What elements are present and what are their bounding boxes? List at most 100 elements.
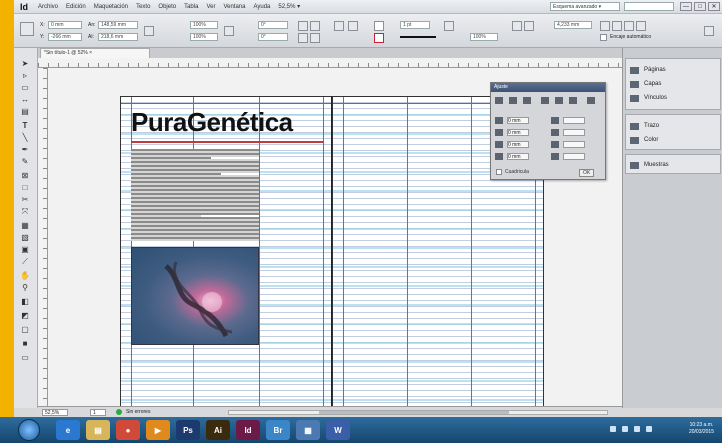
menu-maquetacion[interactable]: Maquetación — [90, 4, 132, 10]
grid-checkbox[interactable] — [496, 169, 502, 175]
shear-angle-field[interactable]: 0° — [258, 33, 288, 41]
page-tool-icon[interactable]: ▭ — [19, 82, 31, 93]
columns-field[interactable] — [563, 141, 585, 148]
body-text-frame[interactable] — [131, 149, 259, 241]
menu-texto[interactable]: Texto — [132, 4, 154, 10]
dock-swatches[interactable]: Muestras — [630, 160, 669, 170]
type-tool-icon[interactable]: T — [19, 120, 31, 131]
scale-link-icon[interactable] — [224, 26, 234, 36]
baseline-field[interactable] — [563, 153, 585, 160]
taskbar-app-6[interactable]: Id — [236, 420, 260, 440]
floating-panel[interactable]: Ajuste 0 mm 0 mm 0 mm 0 mm Cuadricula OK — [490, 82, 606, 180]
gutter-field[interactable]: 0 mm — [507, 141, 529, 148]
horizontal-ruler[interactable] — [38, 58, 622, 68]
height-field[interactable]: 218,6 mm — [98, 33, 138, 41]
fill-swatch-icon[interactable] — [374, 21, 384, 31]
content-collector-icon[interactable]: ▤ — [19, 106, 31, 117]
apply-color-icon[interactable]: ■ — [19, 338, 31, 349]
fit-frame-icon[interactable] — [612, 21, 622, 31]
taskbar-app-8[interactable]: ▦ — [296, 420, 320, 440]
align-middle-icon[interactable] — [555, 97, 563, 104]
taskbar-app-5[interactable]: Ai — [206, 420, 230, 440]
select-content-icon[interactable] — [348, 21, 358, 31]
tray-flag-icon[interactable] — [610, 426, 616, 432]
gradient-feather-tool-icon[interactable]: ▧ — [19, 232, 31, 243]
dock-links[interactable]: Vínculos — [630, 93, 667, 103]
dock-color[interactable]: Color — [630, 135, 658, 145]
text-wrap-around-icon[interactable] — [524, 21, 534, 31]
fit-content-icon[interactable] — [600, 21, 610, 31]
search-input[interactable] — [624, 2, 674, 11]
menu-tabla[interactable]: Tabla — [180, 4, 202, 10]
hand-tool-icon[interactable]: ✋ — [19, 270, 31, 281]
ok-button[interactable]: OK — [579, 169, 595, 177]
tray-network-icon[interactable] — [622, 426, 628, 432]
free-transform-tool-icon[interactable]: ⤧ — [19, 206, 31, 217]
flip-horizontal-icon[interactable] — [298, 33, 308, 43]
minimize-button[interactable]: — — [680, 2, 692, 11]
menu-ayuda[interactable]: Ayuda — [249, 4, 274, 10]
dna-image-frame[interactable] — [131, 247, 259, 345]
rows-field[interactable]: 0 mm — [507, 153, 529, 160]
eyedropper-tool-icon[interactable]: ⟋ — [19, 256, 31, 267]
dock-stroke[interactable]: Trazo — [630, 121, 659, 131]
dock-layers[interactable]: Capas — [630, 79, 661, 89]
line-tool-icon[interactable]: ╲ — [19, 132, 31, 143]
status-zoom-field[interactable]: 52,5% — [42, 409, 68, 416]
stroke-swatch-icon[interactable] — [374, 33, 384, 43]
default-colors-icon[interactable]: ◧ — [19, 296, 31, 307]
center-content-icon[interactable] — [624, 21, 634, 31]
fill-stroke-icon[interactable]: ◩ — [19, 310, 31, 321]
fill-frame-icon[interactable] — [636, 21, 646, 31]
zoom-tool-icon[interactable]: ⚲ — [19, 282, 31, 293]
y-position-field[interactable]: -266 mm — [48, 33, 82, 41]
menu-edicion[interactable]: Edición — [62, 4, 90, 10]
panel-title[interactable]: Ajuste — [491, 83, 605, 92]
page-number-field[interactable]: 1 — [90, 409, 106, 416]
selection-tool-icon[interactable]: ➤ — [19, 58, 31, 69]
zoom-level-dropdown[interactable]: 52,5% ▾ — [274, 3, 304, 10]
dock-pages[interactable]: Páginas — [630, 65, 666, 75]
reference-point-icon[interactable] — [20, 22, 34, 36]
offset-left-field[interactable] — [563, 117, 585, 124]
menu-ver[interactable]: Ver — [202, 4, 219, 10]
preflight-status-text[interactable]: Sin errores — [126, 409, 150, 415]
align-center-icon[interactable] — [509, 97, 517, 104]
document-tab[interactable]: *Sin título-1 @ 52% × — [40, 48, 150, 58]
formatting-affects-container-icon[interactable]: ▢ — [19, 324, 31, 335]
taskbar-app-3[interactable]: ▶ — [146, 420, 170, 440]
menu-objeto[interactable]: Objeto — [154, 4, 180, 10]
horizontal-scrollbar[interactable] — [228, 410, 608, 415]
scrollbar-thumb[interactable] — [319, 411, 509, 414]
taskbar-app-1[interactable]: ▤ — [86, 420, 110, 440]
constrain-proportions-icon[interactable] — [144, 26, 154, 36]
note-tool-icon[interactable]: ▣ — [19, 244, 31, 255]
start-button[interactable] — [18, 419, 40, 441]
gap-tool-icon[interactable]: ↔ — [19, 94, 31, 105]
stroke-type-preview[interactable] — [400, 36, 436, 38]
scissors-tool-icon[interactable]: ✂ — [19, 194, 31, 205]
reference-width-field[interactable]: 4,233 mm — [554, 21, 592, 29]
drop-shadow-icon[interactable] — [444, 21, 454, 31]
rotate-90-cw-icon[interactable] — [298, 21, 308, 31]
rotation-angle-field[interactable]: 0° — [258, 21, 288, 29]
autofit-checkbox[interactable] — [600, 34, 607, 41]
align-bottom-icon[interactable] — [569, 97, 577, 104]
headline-text[interactable]: PuraGenética — [131, 107, 293, 138]
screen-mode-icon[interactable]: ▭ — [19, 352, 31, 363]
pencil-tool-icon[interactable]: ✎ — [19, 156, 31, 167]
offset-right-field[interactable] — [563, 129, 585, 136]
rectangle-tool-icon[interactable]: □ — [19, 182, 31, 193]
tray-volume-icon[interactable] — [634, 426, 640, 432]
close-button[interactable]: ✕ — [708, 2, 720, 11]
taskbar-app-4[interactable]: Ps — [176, 420, 200, 440]
align-right-icon[interactable] — [523, 97, 531, 104]
taskbar-app-0[interactable]: e — [56, 420, 80, 440]
rectangle-frame-tool-icon[interactable]: ⊠ — [19, 170, 31, 181]
taskbar-clock[interactable]: 10:23 a.m. 20/03/2015 — [689, 422, 714, 436]
offset-bottom-field[interactable]: 0 mm — [507, 129, 529, 136]
menu-ventana[interactable]: Ventana — [219, 4, 249, 10]
gradient-swatch-tool-icon[interactable]: ▦ — [19, 220, 31, 231]
panel-menu-icon[interactable] — [704, 26, 714, 36]
taskbar-app-2[interactable]: ● — [116, 420, 140, 440]
